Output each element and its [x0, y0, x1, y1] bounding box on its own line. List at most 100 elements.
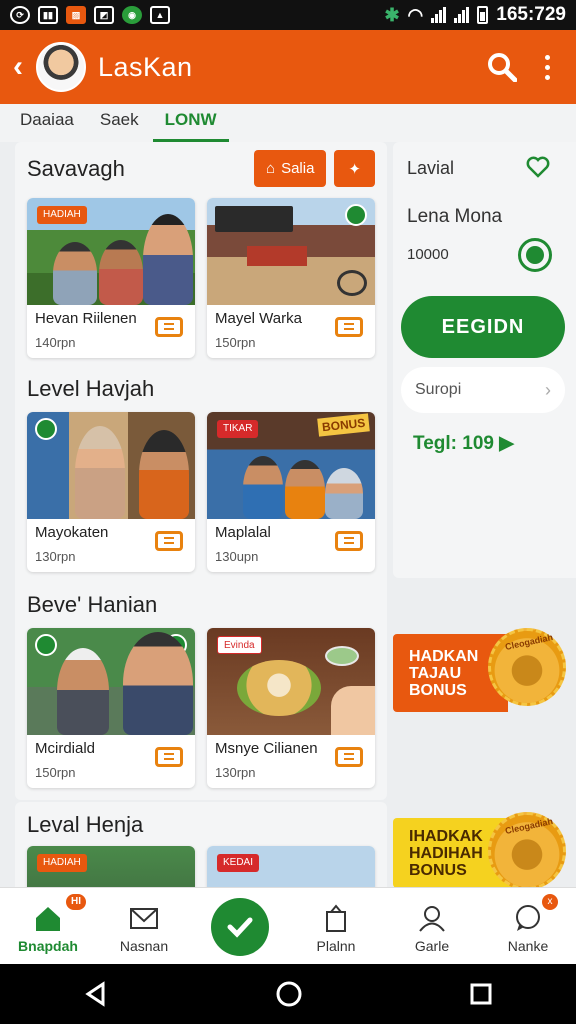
nav-item-bag[interactable]: Plalnn [288, 888, 384, 964]
back-icon[interactable] [83, 981, 109, 1007]
heart-icon[interactable] [526, 156, 550, 178]
card-price: 130rpn [35, 549, 76, 564]
ticket-icon[interactable] [335, 531, 363, 551]
bonus-seal-icon: Cleogadiah [488, 628, 566, 706]
avatar[interactable] [36, 42, 86, 92]
main-feed-continued: Leval Henja HADIAH KEDAI [15, 802, 387, 892]
main-feed: Savavagh ⌂ Salia ✦ HADIAH Hevan Riilenen… [15, 142, 387, 800]
app-icon: ◉ [122, 6, 142, 24]
page-title: LasKan [98, 51, 193, 82]
card-price: 130upn [215, 549, 259, 564]
verified-icon [345, 204, 367, 226]
list-item[interactable]: Evinda Msnye Cilianen 130rpn [207, 628, 375, 788]
nav-item-person[interactable]: Garle [384, 888, 480, 964]
ticket-icon[interactable] [155, 747, 183, 767]
card-image: Evinda [207, 628, 375, 735]
nav-item-home[interactable]: HI Bnapdah [0, 888, 96, 964]
card-title: Mayokaten [35, 524, 109, 541]
card-title: Mcirdiald [35, 740, 96, 757]
nav-item-mail[interactable]: Nasnan [96, 888, 192, 964]
select-value: Suropi [415, 381, 462, 398]
nav-item-chat[interactable]: x Nanke [480, 888, 576, 964]
card-price: 150rpn [215, 335, 256, 350]
list-item[interactable]: KEDAI [207, 846, 375, 892]
card-image [27, 412, 195, 519]
list-item[interactable]: Mayel Warka 150rpn [207, 198, 375, 358]
section-title: Level Havjah [27, 376, 155, 401]
promo-banner[interactable]: IHADKAK HADIHAH BONUS Cleogadiah [393, 812, 576, 890]
list-item[interactable]: Mcirdiald 150rpn [27, 628, 195, 788]
sidebar-label: Lavial [407, 158, 455, 178]
promo-tag: KEDAI [217, 854, 260, 872]
play-icon: ▶ [499, 433, 514, 454]
store-icon: ⌂ [266, 160, 276, 177]
card-price: 130rpn [215, 765, 256, 780]
list-item[interactable]: HADIAH [27, 846, 195, 892]
chat-icon[interactable] [518, 238, 552, 272]
tab-daaiaa[interactable]: Daaiaa [20, 104, 86, 142]
search-icon[interactable] [487, 52, 517, 82]
ticket-icon[interactable] [155, 317, 183, 337]
profile-amount: 10000 [407, 246, 449, 263]
sync-icon: ⟳ [10, 6, 30, 24]
back-button[interactable]: ‹ [0, 50, 36, 84]
bird-icon: ✦ [348, 160, 361, 178]
card-image: KEDAI [207, 846, 375, 892]
status-time: 165:729 [496, 4, 566, 25]
tab-bar: Daaiaa Saek LONW [0, 104, 576, 142]
photo-icon: ▨ [66, 6, 86, 24]
notification-badge: x [542, 894, 558, 910]
sale-button[interactable]: ⌂ Salia [254, 150, 327, 187]
list-item[interactable]: TIKAR BONUS Maplalal 130upn [207, 412, 375, 572]
bag-icon [326, 904, 346, 932]
promo-tag: Evinda [217, 636, 262, 654]
home-icon [36, 907, 60, 931]
network-icon: ✱ [384, 4, 400, 25]
gallery-icon: ▮▮ [38, 6, 58, 24]
share-button[interactable]: ✦ [334, 150, 375, 187]
profile-name: Lena Mona [407, 206, 503, 227]
status-bar: ⟳ ▮▮ ▨ ◩ ◉ ▲ ✱ ◠ 165:729 [0, 0, 576, 30]
section-title: Savavagh [27, 156, 125, 181]
card-price: 140rpn [35, 335, 76, 350]
bottom-nav: HI Bnapdah Nasnan Plalnn Garle x Nanke [0, 887, 576, 964]
profile-sidebar: Lavial Lena Mona 10000 EEGIDN Suropi › T… [393, 142, 576, 578]
card-title: Msnye Cilianen [215, 740, 318, 757]
tab-saek[interactable]: Saek [100, 104, 151, 142]
battery-icon [477, 6, 489, 24]
ticket-icon[interactable] [335, 317, 363, 337]
primary-action-button[interactable]: EEGIDN [401, 296, 565, 358]
list-item[interactable]: HADIAH Hevan Riilenen 140rpn [27, 198, 195, 358]
list-item[interactable]: Mayokaten 130rpn [27, 412, 195, 572]
card-image [27, 628, 195, 735]
person-icon [419, 906, 445, 932]
home-circle-icon[interactable] [275, 980, 303, 1008]
chat-icon [516, 905, 540, 931]
ticket-icon[interactable] [155, 531, 183, 551]
notification-badge: HI [66, 894, 86, 910]
check-icon [211, 898, 269, 956]
nav-item-check[interactable] [192, 888, 288, 964]
promo-banner[interactable]: HADKAN TAJAU BONUS Cleogadiah [393, 624, 576, 722]
card-title: Mayel Warka [215, 310, 302, 327]
chevron-right-icon: › [545, 379, 551, 400]
more-vert-icon[interactable] [545, 54, 550, 80]
promo-tag: TIKAR [217, 420, 259, 438]
tab-lonw[interactable]: LONW [152, 104, 229, 142]
promo-tag: HADIAH [37, 854, 87, 872]
recents-icon[interactable] [469, 982, 493, 1006]
signal-icon [431, 7, 447, 23]
signal-icon [454, 7, 470, 23]
ticket-icon[interactable] [335, 747, 363, 767]
option-select[interactable]: Suropi › [401, 367, 565, 413]
section-title: Beve' Hanian [27, 592, 158, 617]
app-bar: ‹ LasKan [0, 30, 576, 104]
image-icon: ◩ [94, 6, 114, 24]
system-nav-bar [0, 964, 576, 1024]
verified-icon [35, 418, 57, 440]
verified-icon [35, 634, 57, 656]
tegl-link[interactable]: Tegl: 109 ▶ [413, 432, 514, 455]
card-title: Maplalal [215, 524, 271, 541]
promo-tag: HADIAH [37, 206, 87, 224]
wifi-icon: ◠ [407, 4, 424, 25]
